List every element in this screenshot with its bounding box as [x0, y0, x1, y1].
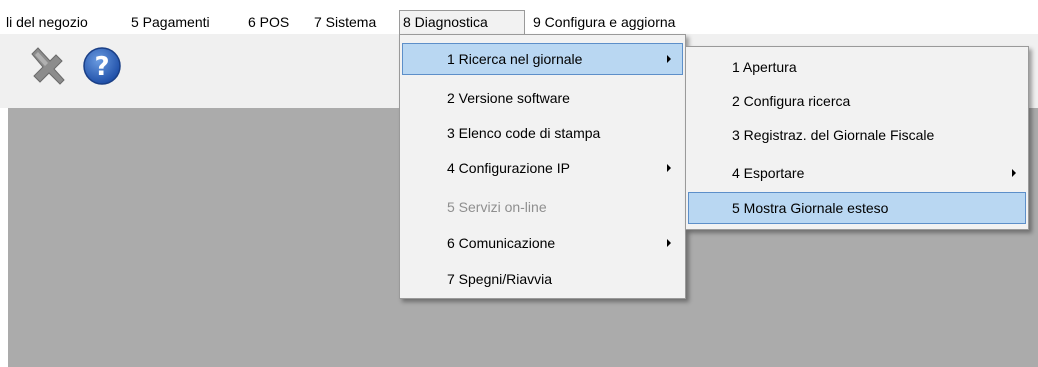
menu-item-comunicazione[interactable]: 6 Comunicazione	[402, 227, 683, 259]
menu-item-label: 1 Apertura	[732, 59, 797, 75]
submenu-item-mostra-giornale-esteso[interactable]: 5 Mostra Giornale esteso	[688, 192, 1026, 224]
menu-item-label: 2 Versione software	[447, 90, 570, 106]
menu-item-ricerca-giornale[interactable]: 1 Ricerca nel giornale	[402, 43, 683, 75]
menu-item-label: 6 Comunicazione	[447, 235, 556, 251]
menu-item-label: 4 Configurazione IP	[447, 160, 570, 176]
submenu-arrow-icon	[667, 55, 671, 63]
menu-item-label: 1 Ricerca nel giornale	[447, 51, 583, 67]
submenu-arrow-icon	[667, 239, 671, 247]
submenu-item-apertura[interactable]: 1 Apertura	[688, 51, 1026, 83]
menu-configura-aggiorna[interactable]: 9 Configura e aggiorna	[533, 10, 675, 34]
ricerca-giornale-submenu: 1 Apertura 2 Configura ricerca 3 Registr…	[685, 46, 1029, 230]
submenu-item-configura-ricerca[interactable]: 2 Configura ricerca	[688, 85, 1026, 117]
menu-item-versione-software[interactable]: 2 Versione software	[402, 82, 683, 114]
submenu-item-registraz-giornale-fiscale[interactable]: 3 Registraz. del Giornale Fiscale	[688, 119, 1026, 151]
menu-item-label: 2 Configura ricerca	[732, 93, 851, 109]
menu-diagnostica[interactable]: 8 Diagnostica	[399, 10, 525, 35]
menu-item-label: 7 Spegni/Riavvia	[447, 271, 553, 287]
menu-item-spegni-riavvia[interactable]: 7 Spegni/Riavvia	[402, 263, 683, 295]
help-button[interactable]: ?	[80, 44, 124, 88]
svg-text:?: ?	[94, 52, 109, 82]
menu-item-label: 5 Mostra Giornale esteso	[732, 200, 889, 216]
menu-item-configurazione-ip[interactable]: 4 Configurazione IP	[402, 152, 683, 184]
menu-item-label: 5 Servizi on-line	[447, 199, 547, 215]
menu-pos[interactable]: 6 POS	[248, 10, 289, 34]
submenu-item-esportare[interactable]: 4 Esportare	[688, 157, 1026, 189]
menu-item-elenco-code-stampa[interactable]: 3 Elenco code di stampa	[402, 117, 683, 149]
menu-item-label: 4 Esportare	[732, 165, 805, 181]
menu-pagamenti[interactable]: 5 Pagamenti	[131, 10, 210, 34]
diagnostica-menu: 1 Ricerca nel giornale 2 Versione softwa…	[399, 34, 686, 299]
menu-sistema[interactable]: 7 Sistema	[314, 10, 376, 34]
menu-negozio[interactable]: li del negozio	[6, 10, 88, 34]
submenu-arrow-icon	[1012, 169, 1016, 177]
wrench-screwdriver-icon	[31, 47, 65, 85]
menu-item-label: 3 Elenco code di stampa	[447, 125, 601, 141]
left-edge	[0, 108, 8, 367]
menu-item-label: 3 Registraz. del Giornale Fiscale	[732, 127, 935, 143]
question-mark-icon: ?	[83, 47, 121, 85]
menu-bar: li del negozio 5 Pagamenti 6 POS 7 Siste…	[0, 10, 1038, 35]
submenu-arrow-icon	[667, 164, 671, 172]
menu-item-servizi-online: 5 Servizi on-line	[402, 191, 683, 223]
tools-button[interactable]	[26, 44, 70, 88]
